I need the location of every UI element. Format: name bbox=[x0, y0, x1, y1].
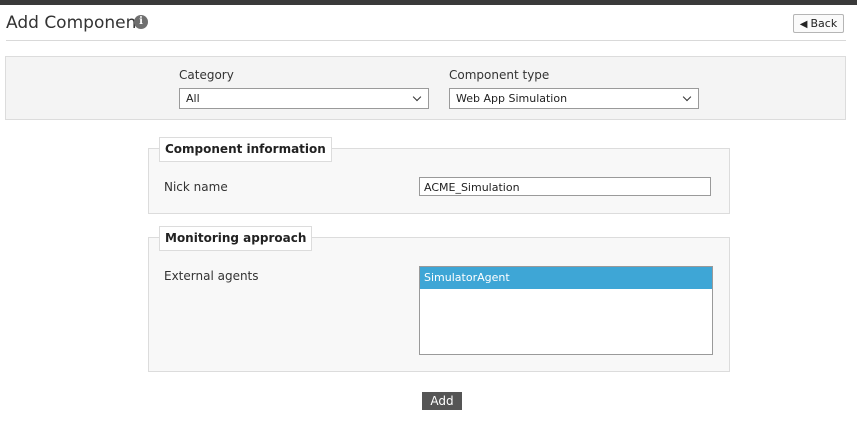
filter-panel: Category All Component type Web App Simu… bbox=[5, 56, 846, 120]
category-select-value: All bbox=[186, 92, 200, 105]
nick-name-label: Nick name bbox=[164, 180, 228, 194]
back-button[interactable]: ◀ Back bbox=[793, 14, 844, 33]
category-label: Category bbox=[179, 68, 234, 82]
category-select[interactable]: All bbox=[179, 88, 429, 109]
add-button[interactable]: Add bbox=[422, 392, 462, 410]
monitoring-approach-legend: Monitoring approach bbox=[159, 226, 313, 251]
external-agents-listbox[interactable]: SimulatorAgent bbox=[419, 266, 713, 355]
page-header: Add Component i ◀ Back bbox=[6, 12, 846, 41]
component-information-section: Component information Nick name ACME_Sim… bbox=[148, 137, 730, 214]
info-icon[interactable]: i bbox=[134, 15, 148, 29]
component-type-label: Component type bbox=[449, 68, 550, 82]
nick-name-input[interactable]: ACME_Simulation bbox=[419, 177, 711, 196]
monitoring-approach-section: Monitoring approach External agents Simu… bbox=[148, 226, 730, 372]
reply-arrow-icon: ◀ bbox=[799, 19, 808, 30]
chevron-down-icon bbox=[682, 92, 692, 102]
component-type-select[interactable]: Web App Simulation bbox=[449, 88, 699, 109]
list-item[interactable]: SimulatorAgent bbox=[420, 267, 712, 289]
external-agents-label: External agents bbox=[164, 269, 259, 283]
component-information-legend: Component information bbox=[159, 137, 332, 162]
page-title: Add Component bbox=[6, 13, 144, 33]
component-type-select-value: Web App Simulation bbox=[456, 92, 568, 105]
top-bar bbox=[0, 0, 857, 5]
back-button-label: Back bbox=[810, 17, 838, 30]
chevron-down-icon bbox=[412, 92, 422, 102]
